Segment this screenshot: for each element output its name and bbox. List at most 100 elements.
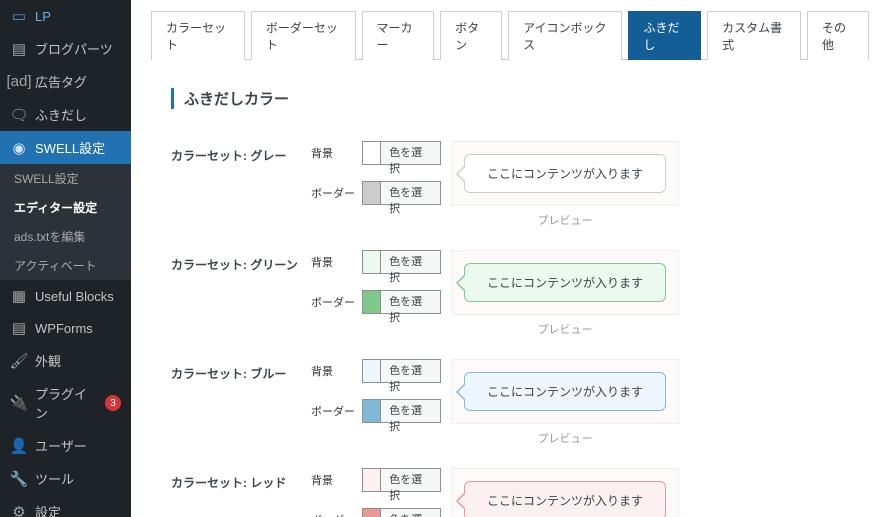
row-label: カラーセット: レッド [171, 468, 311, 491]
menu-icon: 🔧 [10, 470, 28, 488]
preview-label: プレビュー [451, 321, 679, 337]
color-row: カラーセット: レッド背景色を選択ボーダー色を選択ここにコンテンツが入りますプレ… [151, 464, 869, 517]
tab[interactable]: ボーダーセット [251, 11, 356, 60]
preview-column: ここにコンテンツが入りますプレビュー [451, 359, 679, 446]
submenu-item[interactable]: ads.txtを編集 [0, 222, 131, 251]
row-label: カラーセット: グリーン [171, 250, 311, 273]
control-label: ボーダー [311, 512, 362, 517]
pick-color-button[interactable]: 色を選択 [381, 250, 441, 274]
border-control: ボーダー色を選択 [311, 290, 441, 314]
color-swatch[interactable] [362, 250, 382, 274]
menu-label: LP [35, 9, 51, 24]
menu-label: ユーザー [35, 436, 87, 455]
sidebar-item[interactable]: [ad] 広告タグ [0, 65, 131, 98]
menu-icon: [ad] [10, 73, 28, 91]
tab[interactable]: ボタン [440, 11, 502, 60]
preview-label: プレビュー [451, 212, 679, 228]
color-row: カラーセット: グリーン背景色を選択ボーダー色を選択ここにコンテンツが入りますプ… [151, 246, 869, 355]
menu-icon: ▤ [10, 40, 28, 58]
speech-bubble: ここにコンテンツが入ります [464, 154, 666, 193]
sidebar-item[interactable]: 👤 ユーザー [0, 429, 131, 462]
control-label: 背景 [311, 363, 362, 379]
menu-icon: 🔌 [10, 394, 28, 412]
menu-label: WPForms [35, 321, 93, 336]
sidebar-item[interactable]: ⚙ 設定 [0, 495, 131, 517]
submenu-item[interactable]: アクティベート [0, 251, 131, 280]
control-label: 背景 [311, 145, 362, 161]
menu-icon: ◉ [10, 139, 28, 157]
pick-color-button[interactable]: 色を選択 [381, 290, 441, 314]
menu-label: ブログパーツ [35, 39, 113, 58]
main-content: カラーセットボーダーセットマーカーボタンアイコンボックスふきだしカスタム書式その… [131, 0, 889, 517]
row-label: カラーセット: ブルー [171, 359, 311, 382]
speech-bubble: ここにコンテンツが入ります [464, 481, 666, 517]
pick-color-button[interactable]: 色を選択 [381, 359, 441, 383]
color-row: カラーセット: グレー背景色を選択ボーダー色を選択ここにコンテンツが入りますプレ… [151, 137, 869, 246]
color-swatch[interactable] [362, 508, 382, 517]
sidebar-item[interactable]: ▦Useful Blocks [0, 280, 131, 312]
settings-tabs: カラーセットボーダーセットマーカーボタンアイコンボックスふきだしカスタム書式その… [151, 10, 869, 60]
submenu-item[interactable]: エディター設定 [0, 193, 131, 222]
border-control: ボーダー 色を選択 [311, 399, 441, 423]
update-badge: 3 [105, 395, 121, 411]
menu-icon: 🗨 [10, 106, 28, 124]
sidebar-item[interactable]: ◉ SWELL設定 [0, 131, 131, 164]
preview-box: ここにコンテンツが入ります [451, 141, 679, 206]
menu-icon: ⚙ [10, 503, 28, 517]
menu-label: 広告タグ [35, 72, 87, 91]
section-title: ふきだしカラー [171, 88, 869, 109]
border-control: ボーダー 色を選択 [311, 181, 441, 205]
sidebar-item[interactable]: ▤ WPForms [0, 312, 131, 344]
pick-color-button[interactable]: 色を選択 [381, 399, 441, 423]
preview-label: プレビュー [451, 430, 679, 446]
tab[interactable]: カスタム書式 [707, 11, 801, 60]
control-label: 背景 [311, 254, 362, 270]
sidebar-item[interactable]: 🔌 プラグイン 3 [0, 377, 131, 429]
color-swatch[interactable] [362, 359, 382, 383]
preview-column: ここにコンテンツが入りますプレビュー [451, 250, 679, 337]
submenu-item[interactable]: SWELL設定 [0, 164, 131, 193]
preview-box: ここにコンテンツが入ります [451, 468, 679, 517]
sidebar-item[interactable]: ▤ ブログパーツ [0, 32, 131, 65]
menu-icon: 👤 [10, 437, 28, 455]
color-swatch[interactable] [362, 141, 382, 165]
row-label: カラーセット: グレー [171, 141, 311, 164]
speech-bubble: ここにコンテンツが入ります [464, 372, 666, 411]
color-swatch[interactable] [362, 290, 382, 314]
bg-control: 背景色を選択 [311, 468, 441, 492]
pick-color-button[interactable]: 色を選択 [381, 181, 441, 205]
bg-control: 背景 色を選択 [311, 141, 441, 165]
pick-color-button[interactable]: 色を選択 [381, 508, 441, 517]
speech-bubble: ここにコンテンツが入ります [464, 263, 666, 302]
sidebar-item[interactable]: 🗨 ふきだし [0, 98, 131, 131]
border-control: ボーダー 色を選択 [311, 508, 441, 517]
menu-icon: ▭ [10, 7, 28, 25]
bg-control: 背景 色を選択 [311, 359, 441, 383]
sidebar-item[interactable]: ▭ LP [0, 0, 131, 32]
preview-box: ここにコンテンツが入ります [451, 250, 679, 315]
admin-sidebar: ▭LP▤ブログパーツ[ad]広告タグ🗨ふきだし◉SWELL設定 SWELL設定エ… [0, 0, 131, 517]
preview-column: ここにコンテンツが入りますプレビュー [451, 141, 679, 228]
tab[interactable]: マーカー [362, 11, 435, 60]
color-swatch[interactable] [362, 468, 382, 492]
tab[interactable]: カラーセット [151, 11, 245, 60]
control-label: ボーダー [311, 185, 362, 201]
menu-label: ふきだし [35, 105, 87, 124]
menu-label: 設定 [35, 502, 61, 517]
pick-color-button[interactable]: 色を選択 [381, 141, 441, 165]
color-swatch[interactable] [362, 399, 382, 423]
tab[interactable]: アイコンボックス [508, 11, 622, 60]
pick-color-button[interactable]: 色を選択 [381, 468, 441, 492]
tab[interactable]: その他 [807, 11, 869, 60]
menu-icon: ▤ [10, 319, 28, 337]
control-label: ボーダー [311, 403, 362, 419]
sidebar-item[interactable]: 🖌外観 [0, 344, 131, 377]
menu-label: 外観 [35, 351, 61, 370]
menu-label: プラグイン [35, 384, 94, 422]
menu-label: SWELL設定 [35, 138, 105, 157]
menu-label: Useful Blocks [35, 289, 114, 304]
tab[interactable]: ふきだし [628, 11, 701, 60]
sidebar-item[interactable]: 🔧 ツール [0, 462, 131, 495]
color-swatch[interactable] [362, 181, 382, 205]
menu-label: ツール [35, 469, 74, 488]
